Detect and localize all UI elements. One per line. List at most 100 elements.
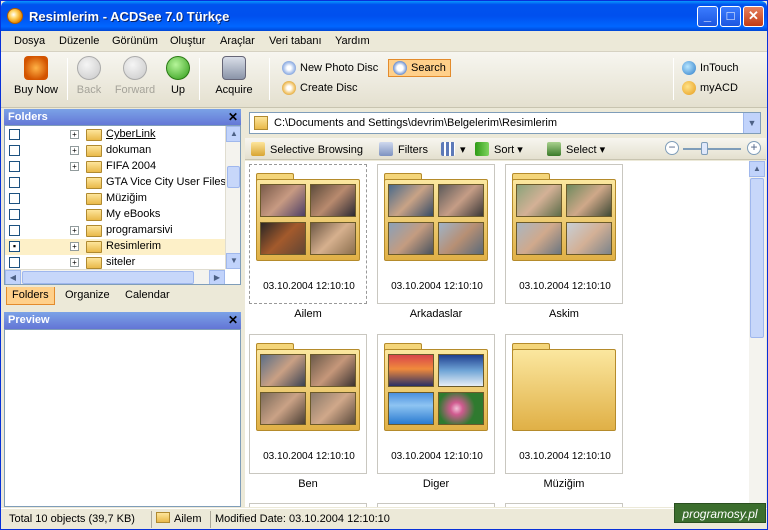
thumbnail-label[interactable]: Ailem [249, 308, 367, 320]
up-button[interactable]: Up [163, 56, 193, 104]
back-button[interactable]: Back [71, 56, 107, 104]
menu-gorunum[interactable]: Görünüm [112, 35, 158, 47]
chevron-down-icon[interactable]: ▼ [743, 113, 760, 133]
thumbnail-arkadaslar[interactable]: 03.10.2004 12:10:10 [377, 164, 495, 304]
tab-organize[interactable]: Organize [60, 287, 115, 305]
zoom-slider-track[interactable] [683, 148, 741, 150]
thumbnail-grid: 03.10.2004 12:10:10 Ailem 03.10.2004 12:… [245, 161, 749, 507]
scroll-thumb[interactable] [227, 166, 240, 188]
tree-checkbox[interactable] [9, 209, 20, 220]
buy-now-button[interactable]: Buy Now [9, 56, 63, 104]
status-total: Total 10 objects (39,7 KB) [9, 513, 135, 525]
acquire-button[interactable]: Acquire [209, 56, 259, 104]
scroll-down-icon[interactable]: ▼ [226, 253, 240, 269]
view-mode-button[interactable]: ▾ [441, 142, 466, 156]
scroll-thumb[interactable] [750, 178, 764, 338]
tab-calendar[interactable]: Calendar [120, 287, 175, 305]
menu-yardim[interactable]: Yardım [335, 35, 370, 47]
photo-thumbnail [310, 222, 356, 255]
search-button[interactable]: Search [388, 59, 451, 77]
intouch-button[interactable]: InTouch [682, 60, 739, 78]
zoom-in-icon[interactable]: + [747, 141, 761, 155]
tree-checkbox[interactable] [9, 129, 20, 140]
scroll-thumb[interactable] [22, 271, 194, 284]
sort-dropdown-icon[interactable]: ▾ [517, 144, 523, 156]
thumbnail-label[interactable]: Diger [377, 478, 495, 490]
thumbnail-partial[interactable] [249, 503, 367, 507]
thumbnail-diger[interactable]: 03.10.2004 12:10:10 [377, 334, 495, 474]
tree-checkbox-checked[interactable]: ▪ [9, 241, 20, 252]
menu-araclar[interactable]: Araçlar [220, 35, 255, 47]
tree-item-my-ebooks[interactable]: My eBooks [5, 207, 225, 223]
grid-vertical-scrollbar[interactable]: ▲ [749, 161, 766, 507]
view-dropdown-icon[interactable]: ▾ [460, 144, 466, 156]
select-button[interactable]: Select ▾ [547, 142, 605, 156]
zoom-slider-thumb[interactable] [701, 142, 708, 155]
menu-duzenle[interactable]: Düzenle [59, 35, 99, 47]
tree-item-resimlerim[interactable]: ▪ + Resimlerim [5, 239, 225, 255]
scroll-up-icon[interactable]: ▲ [226, 126, 240, 142]
expand-icon[interactable]: + [70, 130, 79, 139]
tree-checkbox[interactable] [9, 257, 20, 268]
thumbnail-label[interactable]: Askim [505, 308, 623, 320]
create-disc-button[interactable]: Create Disc [282, 80, 357, 98]
up-label: Up [170, 84, 186, 96]
myacd-button[interactable]: myACD [682, 80, 738, 98]
tree-horizontal-scrollbar[interactable]: ◀ ▶ [5, 269, 225, 284]
title-bar[interactable]: Resimlerim - ACDSee 7.0 Türkçe _ □ ✕ [1, 1, 767, 31]
minimize-button[interactable]: _ [697, 6, 718, 27]
tree-vertical-scrollbar[interactable]: ▲ ▼ [225, 126, 240, 269]
thumbnail-partial[interactable] [377, 503, 495, 507]
thumbnail-partial[interactable] [505, 503, 623, 507]
folder-thumbnail-icon [384, 349, 488, 431]
new-photo-disc-button[interactable]: New Photo Disc [282, 60, 378, 78]
maximize-button[interactable]: □ [720, 6, 741, 27]
folders-pane-close-icon[interactable]: ✕ [228, 109, 238, 126]
thumbnail-label[interactable]: Müziğim [505, 478, 623, 490]
select-dropdown-icon[interactable]: ▾ [600, 144, 606, 156]
tree-item-fifa-2004[interactable]: + FIFA 2004 [5, 159, 225, 175]
thumbnail-ailem[interactable]: 03.10.2004 12:10:10 [249, 164, 367, 304]
menu-olustur[interactable]: Oluştur [170, 35, 205, 47]
thumbnail-muzigim[interactable]: 03.10.2004 12:10:10 [505, 334, 623, 474]
forward-button[interactable]: Forward [113, 56, 157, 104]
tab-folders[interactable]: Folders [6, 287, 55, 305]
tree-item-cyberlink[interactable]: + CyberLink [5, 127, 225, 143]
expand-icon[interactable]: + [70, 162, 79, 171]
zoom-out-icon[interactable]: − [665, 141, 679, 155]
tree-checkbox[interactable] [9, 161, 20, 172]
scroll-right-icon[interactable]: ▶ [209, 270, 225, 284]
tree-item-muzigim[interactable]: Müziğim [5, 191, 225, 207]
watermark-badge: programosy.pl [674, 503, 766, 523]
scroll-up-icon[interactable]: ▲ [749, 161, 765, 177]
menu-dosya[interactable]: Dosya [14, 35, 45, 47]
expand-icon[interactable]: + [70, 258, 79, 267]
filters-button[interactable]: Filters [379, 142, 428, 156]
address-bar[interactable]: C:\Documents and Settings\devrim\Belgele… [249, 112, 761, 134]
menu-veri-tabani[interactable]: Veri tabanı [269, 35, 322, 47]
thumbnail-label[interactable]: Arkadaslar [377, 308, 495, 320]
tree-item-gta-vice-city[interactable]: GTA Vice City User Files [5, 175, 226, 191]
thumbnail-askim[interactable]: 03.10.2004 12:10:10 [505, 164, 623, 304]
preview-pane-close-icon[interactable]: ✕ [228, 312, 238, 329]
photo-thumbnail [566, 184, 612, 217]
tree-checkbox[interactable] [9, 193, 20, 204]
selective-browsing-button[interactable]: Selective Browsing [251, 142, 363, 156]
folder-thumbnail-icon [256, 179, 360, 261]
thumbnail-label[interactable]: Ben [249, 478, 367, 490]
disc-icon [282, 61, 296, 76]
acdsee-app-icon[interactable] [7, 8, 23, 24]
tree-item-programarsivi[interactable]: + programarsivi [5, 223, 225, 239]
tree-checkbox[interactable] [9, 145, 20, 156]
tree-checkbox[interactable] [9, 225, 20, 236]
sort-button[interactable]: Sort ▾ [475, 142, 523, 156]
expand-icon[interactable]: + [70, 242, 79, 251]
scroll-left-icon[interactable]: ◀ [5, 270, 21, 284]
expand-icon[interactable]: + [70, 226, 79, 235]
photo-thumbnail [260, 184, 306, 217]
expand-icon[interactable]: + [70, 146, 79, 155]
thumbnail-ben[interactable]: 03.10.2004 12:10:10 [249, 334, 367, 474]
close-button[interactable]: ✕ [743, 6, 764, 27]
tree-checkbox[interactable] [9, 177, 20, 188]
tree-item-dokuman[interactable]: + dokuman [5, 143, 225, 159]
